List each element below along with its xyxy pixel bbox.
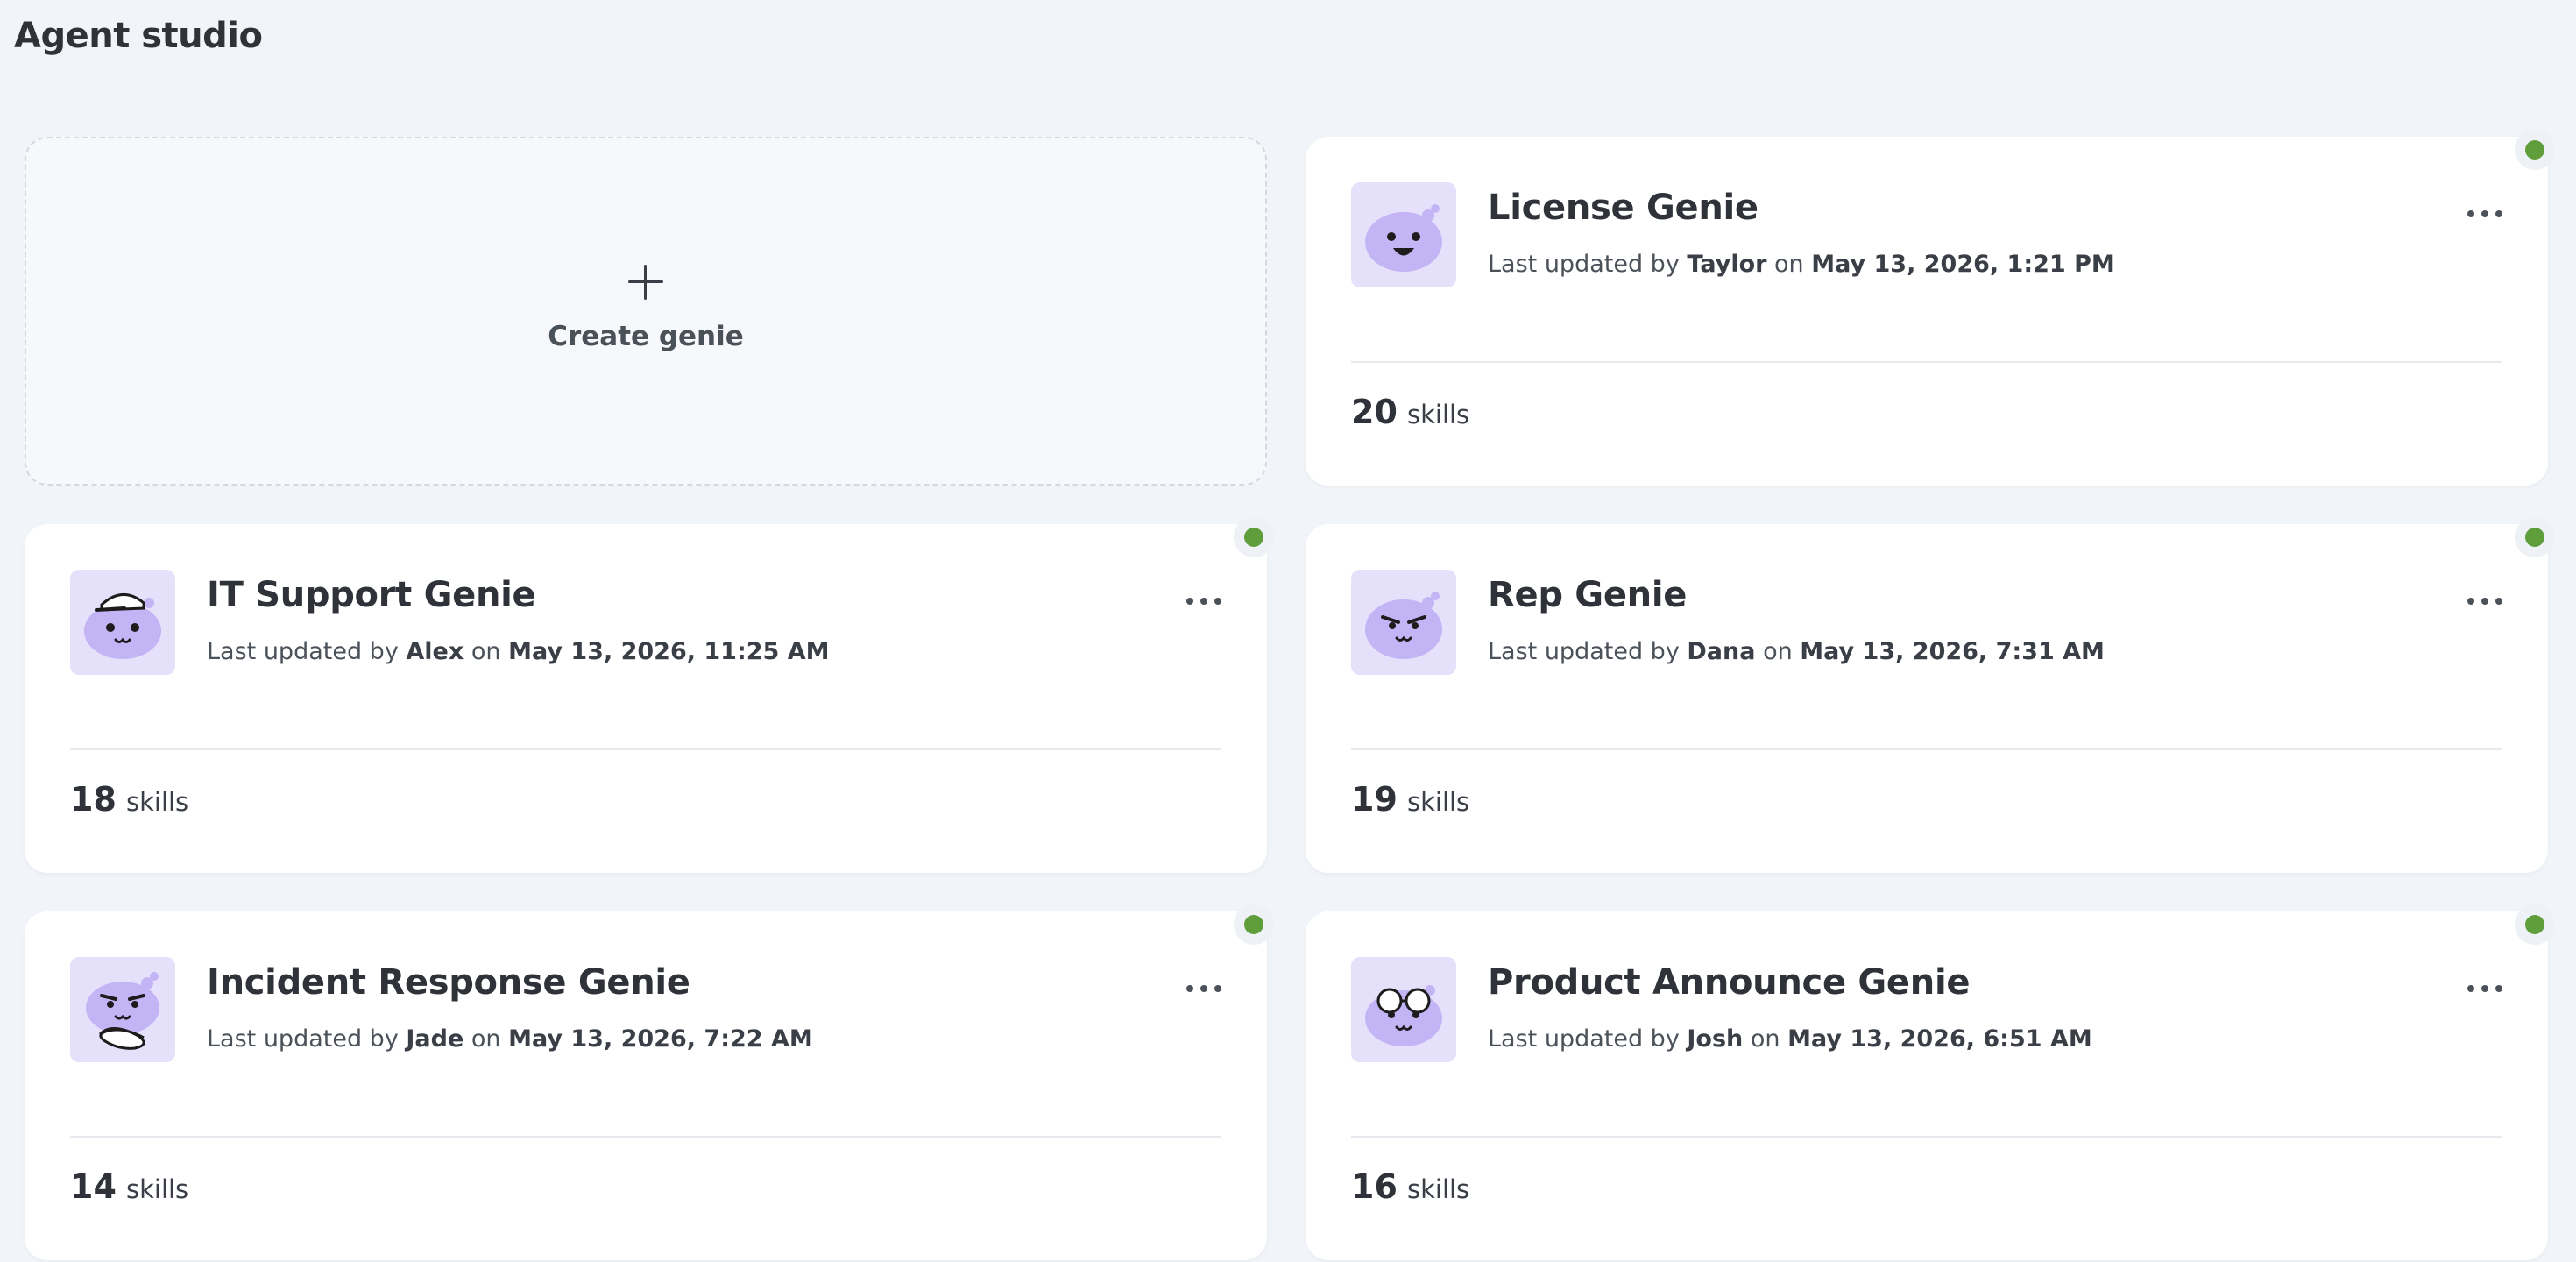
genie-name[interactable]: Rep Genie <box>1488 575 1687 615</box>
more-options-button[interactable] <box>1186 978 1221 999</box>
skills-label: skills <box>1406 1174 1470 1204</box>
updated-at: May 13, 2026, 7:31 AM <box>1800 638 2105 665</box>
skills-label: skills <box>125 787 189 817</box>
plus-icon <box>628 265 663 300</box>
genie-name[interactable]: License Genie <box>1488 188 1759 228</box>
skills-count: 14 skills <box>70 1167 188 1206</box>
genie-name[interactable]: IT Support Genie <box>207 575 536 615</box>
more-options-button[interactable] <box>1186 591 1221 612</box>
genie-card[interactable]: Rep Genie Last updated by Dana on May 13… <box>1306 517 2555 873</box>
updated-by: Dana <box>1687 638 1756 665</box>
smirking-genie-avatar <box>1351 570 1456 675</box>
skills-number: 19 <box>1351 780 1398 819</box>
skills-number: 16 <box>1351 1167 1398 1206</box>
skills-number: 18 <box>70 780 117 819</box>
create-genie-label: Create genie <box>548 321 744 352</box>
page-title: Agent studio <box>14 16 263 56</box>
updated-by: Taylor <box>1687 251 1767 278</box>
genie-last-updated: Last updated by Jade on May 13, 2026, 7:… <box>207 1025 813 1053</box>
divider <box>1351 748 2502 750</box>
divider <box>1351 1136 2502 1138</box>
genie-last-updated: Last updated by Josh on May 13, 2026, 6:… <box>1488 1025 2092 1053</box>
skills-label: skills <box>1406 400 1470 429</box>
status-active-indicator <box>1234 517 1274 557</box>
genie-last-updated: Last updated by Taylor on May 13, 2026, … <box>1488 251 2115 278</box>
skills-label: skills <box>125 1174 189 1204</box>
skills-count: 20 skills <box>1351 393 1469 431</box>
updated-prefix: Last updated by <box>1488 638 1680 665</box>
genie-name[interactable]: Incident Response Genie <box>207 962 690 1003</box>
genie-card[interactable]: IT Support Genie Last updated by Alex on… <box>25 517 1274 873</box>
updated-at: May 13, 2026, 7:22 AM <box>508 1025 813 1053</box>
more-options-button[interactable] <box>2467 203 2502 224</box>
arms-crossed-genie-avatar <box>70 957 175 1062</box>
updated-at: May 13, 2026, 6:51 AM <box>1787 1025 2092 1053</box>
skills-count: 19 skills <box>1351 780 1469 819</box>
updated-at: May 13, 2026, 11:25 AM <box>508 638 830 665</box>
updated-on: on <box>1763 638 1793 665</box>
more-options-button[interactable] <box>2467 591 2502 612</box>
genie-card[interactable]: Incident Response Genie Last updated by … <box>25 904 1274 1260</box>
updated-prefix: Last updated by <box>1488 251 1680 278</box>
cap-genie-avatar <box>70 570 175 675</box>
skills-count: 18 skills <box>70 780 188 819</box>
updated-prefix: Last updated by <box>207 638 399 665</box>
status-active-indicator <box>1234 904 1274 945</box>
divider <box>70 748 1221 750</box>
divider <box>70 1136 1221 1138</box>
create-genie-card[interactable]: Create genie <box>25 137 1267 486</box>
updated-on: on <box>1774 251 1804 278</box>
genie-last-updated: Last updated by Dana on May 13, 2026, 7:… <box>1488 638 2105 665</box>
genie-card[interactable]: License Genie Last updated by Taylor on … <box>1306 130 2555 486</box>
divider <box>1351 361 2502 363</box>
genie-last-updated: Last updated by Alex on May 13, 2026, 11… <box>207 638 830 665</box>
updated-by: Alex <box>406 638 464 665</box>
skills-number: 20 <box>1351 393 1398 431</box>
genie-card[interactable]: Product Announce Genie Last updated by J… <box>1306 904 2555 1260</box>
more-options-button[interactable] <box>2467 978 2502 999</box>
updated-prefix: Last updated by <box>207 1025 399 1053</box>
updated-by: Jade <box>406 1025 464 1053</box>
genie-grid: Create genie License Genie Last updated … <box>25 130 2555 1260</box>
status-active-indicator <box>2515 904 2555 945</box>
updated-at: May 13, 2026, 1:21 PM <box>1811 251 2115 278</box>
skills-count: 16 skills <box>1351 1167 1469 1206</box>
smiling-genie-avatar <box>1351 182 1456 287</box>
updated-on: on <box>1750 1025 1780 1053</box>
skills-number: 14 <box>70 1167 117 1206</box>
updated-on: on <box>471 638 501 665</box>
glasses-genie-avatar <box>1351 957 1456 1062</box>
genie-name[interactable]: Product Announce Genie <box>1488 962 1970 1003</box>
skills-label: skills <box>1406 787 1470 817</box>
status-active-indicator <box>2515 517 2555 557</box>
updated-by: Josh <box>1687 1025 1744 1053</box>
updated-prefix: Last updated by <box>1488 1025 1680 1053</box>
status-active-indicator <box>2515 130 2555 170</box>
updated-on: on <box>471 1025 501 1053</box>
